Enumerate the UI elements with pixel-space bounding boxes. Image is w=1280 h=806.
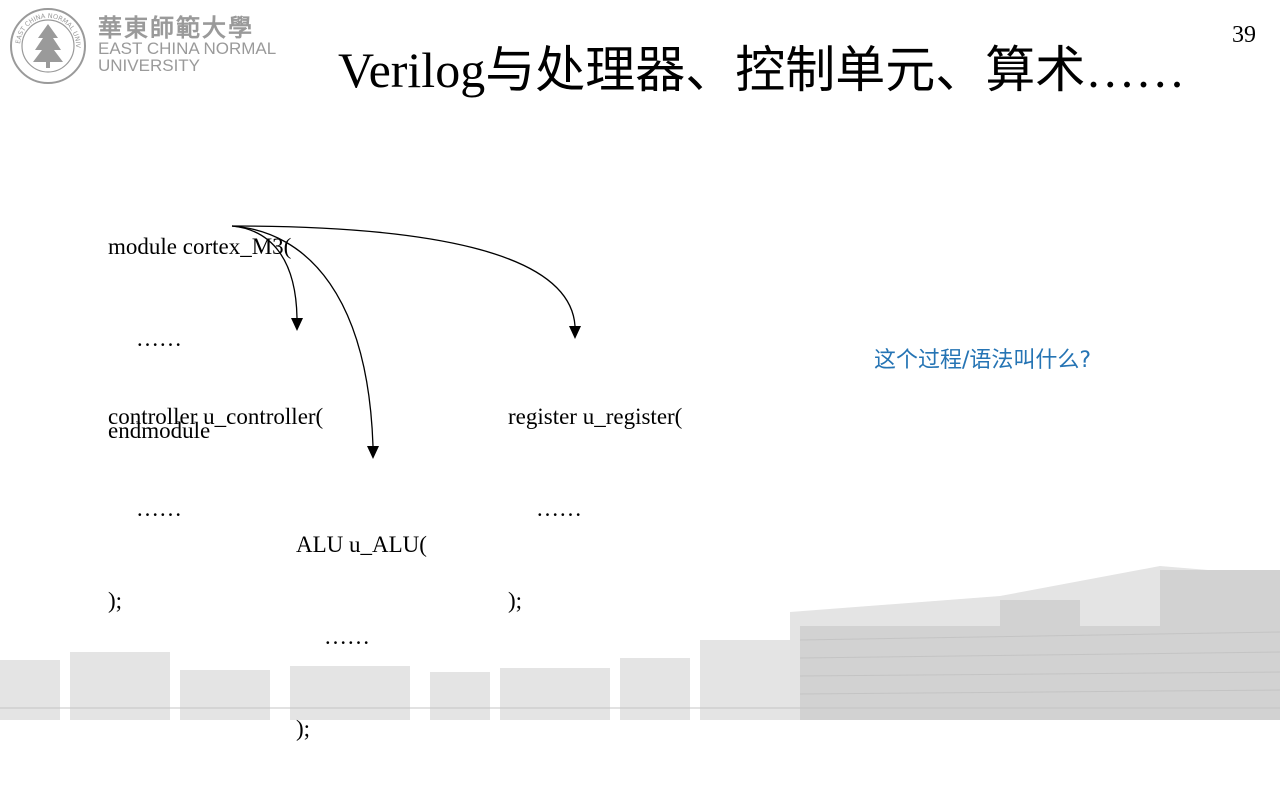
arrow-to-alu xyxy=(231,225,374,447)
instantiation-arrows xyxy=(231,225,581,459)
arrow-to-controller xyxy=(231,225,298,319)
arrow-head-controller xyxy=(291,318,303,331)
slide: EAST CHINA NORMAL UNIVERSITY 華東師範大學 EAST… xyxy=(0,0,1280,741)
arrow-head-register xyxy=(569,326,581,339)
arrow-head-alu xyxy=(367,446,379,459)
